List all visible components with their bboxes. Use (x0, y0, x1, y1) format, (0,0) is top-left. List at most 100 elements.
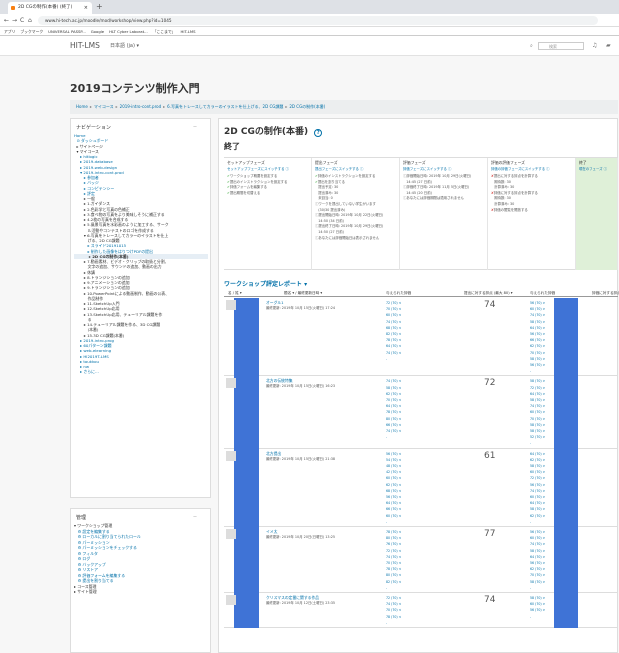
phase-task-text: あなたには評価開始日は表示されません (318, 235, 380, 240)
close-tab-icon[interactable]: × (84, 2, 88, 14)
phase-switch-link[interactable]: 現在のフェーズ ⓘ (579, 166, 614, 171)
submission-grade: 74 (484, 300, 496, 310)
avatar[interactable] (226, 300, 236, 310)
phase-switch-link[interactable]: 提出フェーズにスイッチする ⓘ (315, 166, 396, 171)
grading-report-title[interactable]: ワークショップ評定レポート ▾ (224, 279, 307, 288)
admin-tree-item[interactable]: ▸ サイト管理 (74, 589, 208, 595)
avatar[interactable] (226, 595, 236, 605)
submission-grade: 74 (484, 595, 496, 605)
workshop-title: 2D CGの制作(本番) ? (224, 124, 323, 137)
assessment-grade-link[interactable]: - (386, 585, 416, 591)
phase-task-text: ワークショップ概要を設定する (229, 174, 278, 178)
assessment-grade-link[interactable]: - (386, 519, 416, 525)
given-assessments: 56 (70) >60 (70) >74 (70) >58 (70) >64 (… (530, 529, 554, 591)
assessment-grade-link[interactable]: - (386, 356, 416, 362)
column-header[interactable]: 与えられた評価 (386, 289, 411, 297)
assessment-grade-link[interactable]: - (386, 434, 416, 440)
notification-bell-icon[interactable]: ♫ (592, 40, 597, 52)
phase-task-text: あなたには評価期間は適用されません (406, 196, 464, 201)
search-icon[interactable]: ⌕ (530, 41, 533, 51)
given-assessments: 58 (70) >72 (70) >64 (70) >58 (70) >74 (… (530, 378, 554, 446)
column-header[interactable]: 名 / 姓 ▾ (228, 289, 242, 297)
phase-task-text: 評価に対する評点を計算する (493, 190, 538, 195)
table-row: オーグル1 最終更新: 2019年 10月 15日(火曜日) 17:24 74 72 … (224, 298, 618, 377)
bookmark-item[interactable]: HIT-LMS (180, 29, 195, 34)
bookmark-item[interactable]: アプリ (4, 29, 15, 34)
phase-switch-link[interactable]: セットアップフェーズにスイッチする ⓘ (227, 166, 308, 171)
assessment-grade-link[interactable]: - (530, 585, 554, 591)
url-field[interactable]: www.hi-tech.ac.jp/moodle/mod/workshop/vi… (38, 16, 598, 25)
phase-task-text: 提出に対する評点を計算する (493, 174, 538, 178)
column-header[interactable]: 題名 ▾ / 最終更新日時 ▾ (284, 289, 322, 297)
phase-task-text: 評価終了日時: 2019年 11月 5日(火曜日) (406, 185, 470, 190)
assessment-grade-link[interactable]: - (530, 519, 554, 525)
phase-switch-link[interactable]: 評価の評価フェーズにスイッチする ⓘ (491, 166, 572, 171)
back-arrow-icon[interactable]: ← (4, 14, 9, 27)
phase-task-text: 14:45 (27 日前) (403, 179, 432, 184)
assessment-grade-link[interactable]: - (530, 614, 554, 620)
phase-task-text: 提出予定: 30 (315, 185, 339, 190)
bookmark-item[interactable]: UNIVERSAL PASSP... (48, 29, 86, 34)
administration-block-hide-button[interactable]: ー (193, 514, 197, 520)
assessment-grade-link[interactable]: - (530, 440, 554, 446)
navigation-block-hide-button[interactable]: ー (193, 124, 197, 130)
bookmark-item[interactable]: Google (91, 29, 104, 34)
breadcrumb-item[interactable]: Home (76, 104, 88, 109)
language-menu[interactable]: 日本語 (ja) ▾ (110, 39, 139, 53)
course-title: 2019コンテンツ制作入門 (70, 82, 200, 95)
submission-modified: 最終更新: 2019年 10月 15日(火曜日) 21:38 (266, 456, 336, 461)
phase-task: ⓘあなたには評価期間は適用されません (403, 196, 484, 202)
nav-tree-item[interactable]: ▸ さらに… (74, 369, 208, 374)
given-assessments: 56 (70) >60 (70) >74 (70) >58 (70) >64 (… (530, 300, 554, 374)
column-header[interactable]: 提出に対する評点 (最大 80) ▾ (464, 289, 513, 297)
forward-arrow-icon[interactable]: → (12, 14, 17, 27)
search-input[interactable]: 検索 (538, 42, 584, 50)
new-tab-button[interactable]: + (96, 2, 103, 12)
breadcrumb-item[interactable]: 2D CGの制作(本番) (289, 104, 325, 109)
phase-task-text: ワークを提出していない学生がいます (318, 201, 376, 206)
phase-task-text: 提出期間を切替える (229, 190, 261, 195)
phase-task-text: 14:50 (27 日前) (315, 229, 344, 234)
bookmark-item[interactable]: HLT Cyber Laborat... (109, 29, 148, 34)
breadcrumb-item[interactable]: 2019-intro-cont.prod (120, 104, 161, 109)
column-header[interactable]: 与えられた評価 (530, 289, 555, 297)
avatar[interactable] (226, 450, 236, 461)
given-assessments: 58 (70) >60 (70) >56 (70) > - (530, 595, 554, 620)
reload-icon[interactable]: C (20, 14, 24, 27)
redacted-grade-bar (554, 593, 578, 628)
site-brand[interactable]: HIT-LMS (70, 39, 100, 53)
administration-tree: ▾ ワークショップ管理 ⚙ 設定を編集する ⚙ ローカルに割り当てられたロール … (74, 523, 208, 595)
received-assessments: 78 (70) <80 (70) <76 (70) <72 (70) <74 (… (386, 529, 416, 591)
breadcrumb-separator-icon: ▸ (89, 104, 92, 109)
breadcrumb-item[interactable]: 6.写真をトレースしてカラーのイラストを仕上げる、2D CG課題 (167, 104, 283, 109)
phase-task: ⓘあなたには評価開始日は表示されません (315, 236, 396, 242)
avatar[interactable] (226, 529, 236, 539)
breadcrumb: Home ▸ マイコース ▸ 2019-intro-cont.prod ▸ 6.写真をトレー… (70, 100, 618, 114)
help-icon[interactable]: ? (314, 129, 323, 137)
submission-modified: 最終更新: 2019年 10月 15日(火曜日) 16:23 (266, 384, 336, 389)
column-header[interactable]: 評価に対する評点 (592, 289, 619, 297)
submission-modified: 最終更新: 2019年 10月 12日(土曜日) 23:35 (266, 601, 336, 605)
browser-tab[interactable]: 2D CGの制作(本番) (終了) × (8, 2, 92, 14)
phase-task-text: 計算済み: 30 (491, 185, 515, 190)
redacted-name-bar (234, 593, 259, 628)
bookmark-item[interactable]: 「ここまで」 (153, 29, 176, 34)
phase-task-text: 提出終了日時: 2019年 10月 29日(火曜日) (318, 224, 384, 229)
assessment-grade-link[interactable]: - (530, 368, 554, 374)
breadcrumb-item[interactable]: マイコース (94, 104, 114, 109)
phase-switch-link[interactable]: 評価フェーズにスイッチする ⓘ (403, 166, 484, 171)
received-assessments: 74 (70) <58 (70) <62 (70) <70 (70) <64 (… (386, 378, 416, 440)
assessment-grade-link[interactable]: - (386, 620, 416, 626)
home-icon[interactable]: ⌂ (28, 14, 32, 27)
phase-column: 終了 現在のフェーズ ⓘ (576, 158, 618, 270)
avatar[interactable] (226, 378, 236, 389)
bookmark-item[interactable]: ブックマーク (20, 29, 43, 34)
phase-task-text: 提出済み: 30 (315, 190, 339, 195)
browser-tab-bar (0, 0, 619, 14)
redacted-name-bar (234, 298, 259, 377)
browser-tab-title: 2D CGの制作(本番) (終了) (18, 5, 73, 10)
breadcrumb-separator-icon: ▸ (285, 104, 288, 109)
administration-block-title: 管理 (76, 515, 87, 521)
message-icon[interactable]: ▰ (606, 40, 611, 52)
phase-column: セットアップフェーズ セットアップフェーズにスイッチする ⓘ ✔ワークショップ概要を… (224, 158, 312, 270)
